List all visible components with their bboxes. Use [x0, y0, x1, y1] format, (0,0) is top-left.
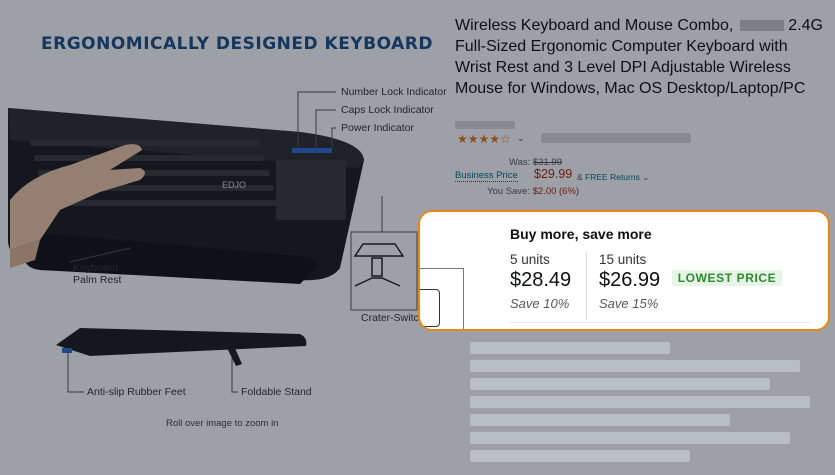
- tier-units: 5 units: [510, 252, 550, 267]
- tier-price: $28.49: [510, 269, 572, 291]
- lowest-price-badge: LOWEST PRICE: [671, 270, 783, 286]
- tier-5-units[interactable]: 5 units $28.49 Save 10%: [510, 252, 571, 311]
- tier-price: $26.99: [599, 269, 661, 291]
- bulk-pricing-card: Buy more, save more 5 units $28.49 Save …: [418, 210, 830, 331]
- bulk-heading: Buy more, save more: [510, 226, 652, 242]
- tier-save: Save 10%: [510, 296, 570, 311]
- tier-units: 15 units: [599, 252, 647, 267]
- product-page: ERGONOMICALLY DESIGNED KEYBOARD EDJO Num…: [0, 0, 835, 475]
- tier-divider: [586, 252, 587, 320]
- tier-15-units[interactable]: 15 units $26.99 LOWEST PRICE Save 15%: [599, 252, 783, 311]
- card-divider: [510, 322, 810, 323]
- tier-price-row: $26.99 LOWEST PRICE: [599, 269, 783, 292]
- card-edge-fragment: [420, 268, 464, 329]
- tier-save: Save 15%: [599, 296, 659, 311]
